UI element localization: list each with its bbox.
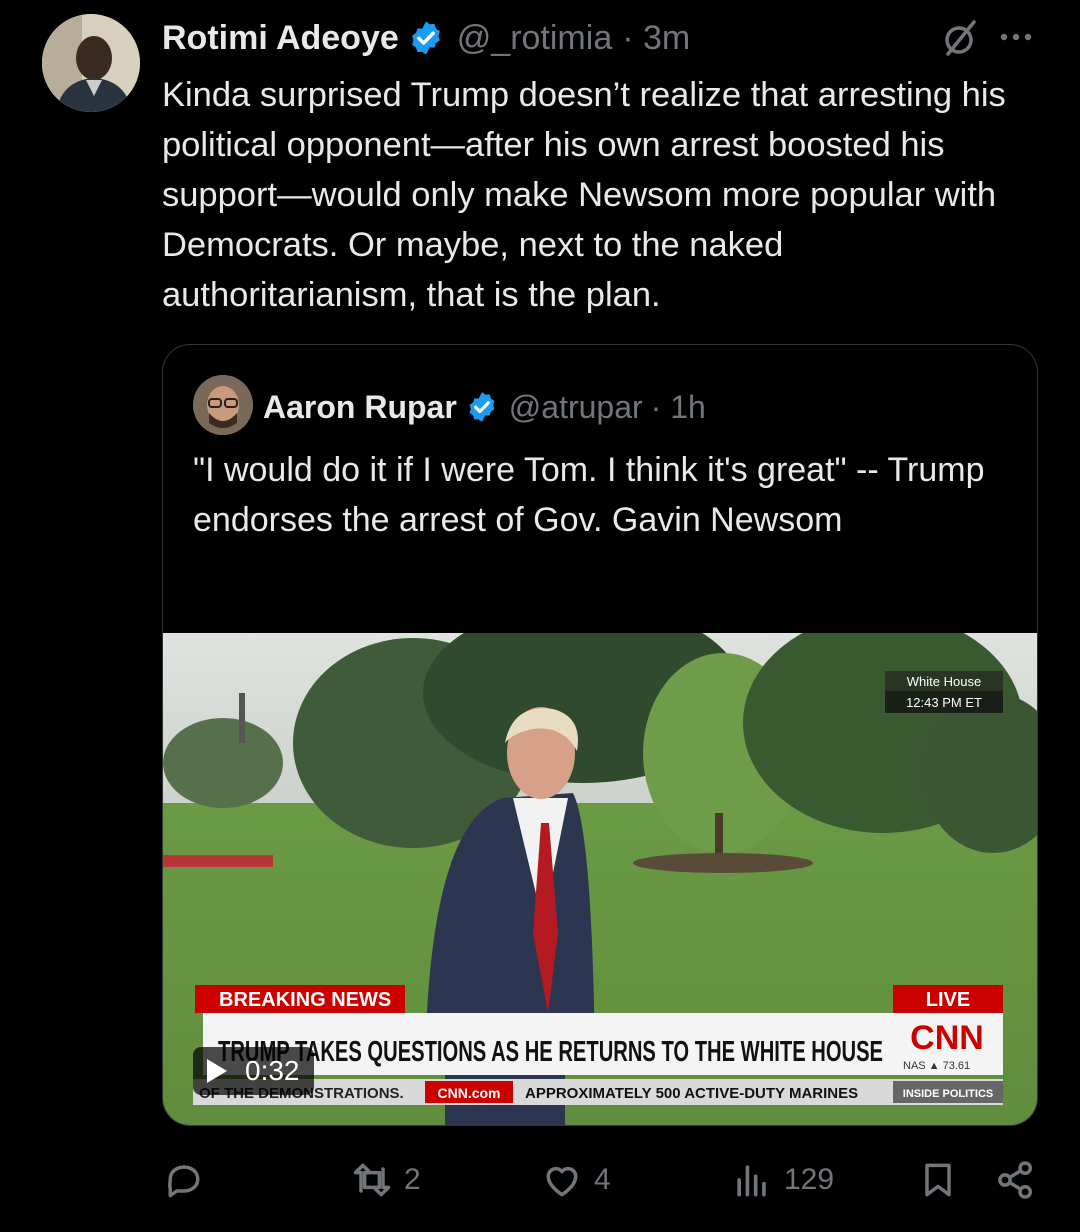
tweet-time[interactable]: · 3m (622, 19, 690, 58)
view-count: 129 (784, 1163, 835, 1196)
quoted-author-handle[interactable]: @atrupar (509, 389, 643, 426)
like-button[interactable]: 4 (540, 1158, 611, 1202)
retweet-count: 2 (404, 1163, 421, 1196)
ticker-site: CNN.com (437, 1085, 500, 1101)
tweet-text: Kinda surprised Trump doesn’t realize th… (162, 76, 1006, 314)
quoted-tweet[interactable]: Aaron Rupar @atrupar · 1h "I would do it… (162, 344, 1038, 1126)
heart-icon (546, 1166, 578, 1197)
reply-button[interactable] (162, 1158, 216, 1202)
video-time-label: 12:43 PM ET (906, 695, 982, 710)
quoted-tweet-time[interactable]: · 1h (651, 389, 706, 426)
author-avatar[interactable] (42, 14, 140, 112)
video-location-label: White House (907, 674, 981, 689)
tweet-actions: 2 4 129 (162, 1150, 1042, 1214)
views-chart-icon (737, 1165, 766, 1197)
author-handle[interactable]: @_rotimia (457, 19, 612, 58)
like-count: 4 (594, 1163, 611, 1196)
more-options-icon[interactable] (996, 22, 1036, 52)
cnn-logo: CNN (910, 1019, 984, 1057)
grok-icon[interactable] (940, 18, 980, 58)
live-label: LIVE (926, 989, 970, 1011)
verified-badge-icon (469, 392, 495, 422)
ticker-right: APPROXIMATELY 500 ACTIVE-DUTY MARINES (525, 1085, 858, 1102)
quoted-tweet-text: "I would do it if I were Tom. I think it… (193, 451, 985, 539)
video-headline: TRUMP TAKES QUESTIONS AS HE RETURNS TO T… (218, 1036, 883, 1068)
ticker-show: INSIDE POLITICS (903, 1088, 993, 1100)
market-ticker: NAS ▲ 73.61 (903, 1060, 970, 1072)
quoted-author-avatar[interactable] (193, 375, 253, 435)
retweet-icon (353, 1163, 391, 1197)
verified-badge-icon (411, 21, 440, 55)
views-button[interactable]: 129 (730, 1158, 834, 1202)
share-icon (998, 1161, 1033, 1199)
retweet-button[interactable]: 2 (350, 1158, 421, 1202)
video-duration-badge[interactable]: 0:32 (193, 1047, 314, 1095)
bookmark-button[interactable] (916, 1158, 960, 1202)
video-duration: 0:32 (245, 1055, 300, 1086)
author-name[interactable]: Rotimi Adeoye (162, 19, 399, 58)
tweet-header: Rotimi Adeoye @_rotimia · 3m (162, 14, 1040, 62)
video-player[interactable]: White House 12:43 PM ET BREAKING NEWS LI… (163, 633, 1037, 1125)
reply-icon (168, 1165, 200, 1198)
play-icon (207, 1059, 227, 1083)
breaking-news-label: BREAKING NEWS (219, 989, 391, 1011)
share-button[interactable] (994, 1158, 1038, 1202)
quoted-author-name[interactable]: Aaron Rupar (263, 389, 457, 426)
quoted-tweet-header: Aaron Rupar @atrupar · 1h (263, 383, 706, 431)
bookmark-icon (925, 1163, 951, 1197)
